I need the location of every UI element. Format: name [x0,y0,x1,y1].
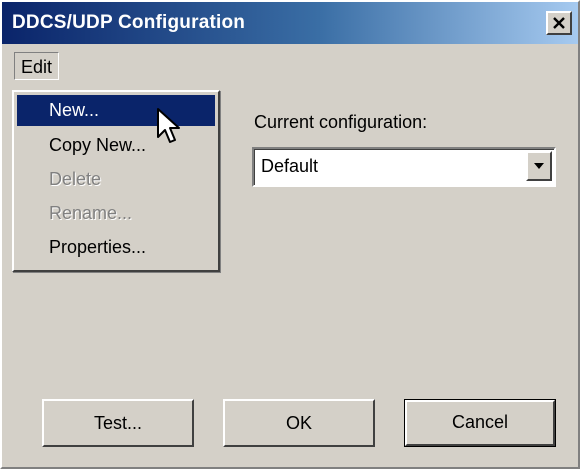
menu-bar: Edit [2,44,578,84]
test-button[interactable]: Test... [42,399,194,447]
menu-edit[interactable]: Edit [14,52,60,80]
menu-item-rename: Rename... [49,203,133,223]
menu-item-delete: Delete [49,169,102,189]
window-title: DDCS/UDP Configuration [12,12,246,33]
close-button[interactable] [546,11,572,35]
cancel-button[interactable]: Cancel [404,399,556,447]
chevron-down-icon [534,163,544,169]
configuration-select-value: Default [261,156,319,176]
mouse-pointer-icon [157,108,180,143]
cancel-button-label: Cancel [451,412,509,432]
close-x-icon [553,17,565,29]
test-button-label: Test... [93,413,142,433]
configuration-dropdown-button[interactable] [526,151,552,181]
menu-item-copy-new[interactable]: Copy New... [17,130,215,161]
menu-item-new[interactable]: New... [17,95,215,126]
configuration-select[interactable]: Default [252,147,556,187]
ok-button-label: OK [285,413,312,433]
title-bar[interactable]: DDCS/UDP Configuration [2,2,578,44]
current-configuration-label: Current configuration: [254,112,428,132]
edit-dropdown-menu: New... Copy New... Delete Rename... Prop… [12,90,220,272]
ok-button[interactable]: OK [223,399,375,447]
menu-item-properties[interactable]: Properties... [17,232,215,263]
